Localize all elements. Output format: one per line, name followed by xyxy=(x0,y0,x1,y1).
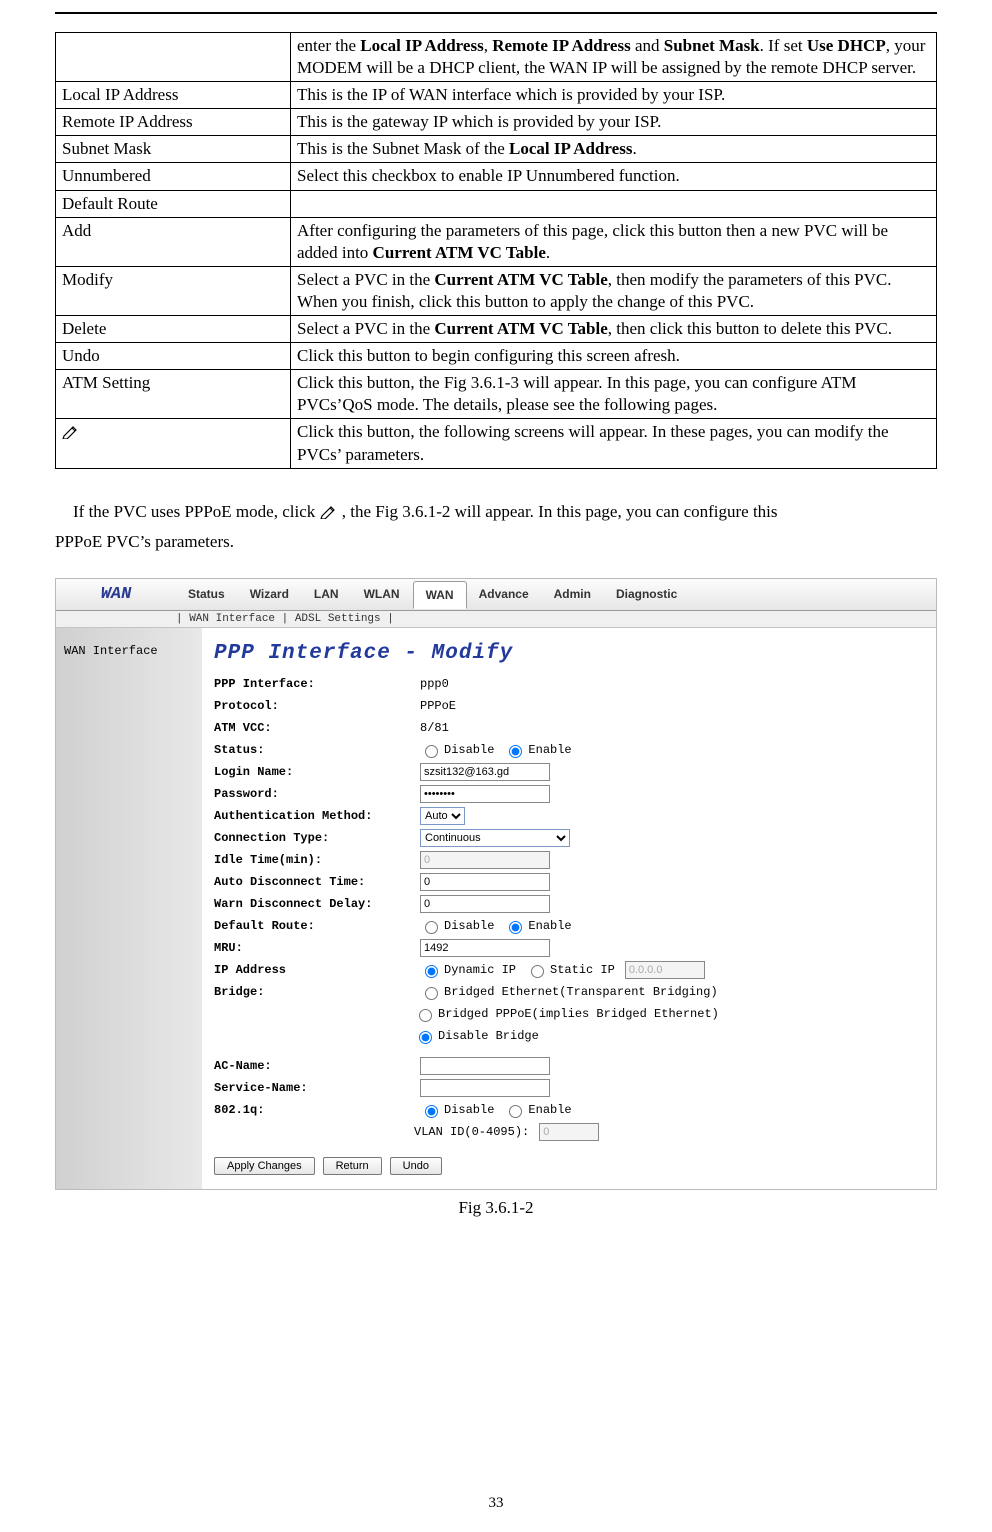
val-ppp-if: ppp0 xyxy=(420,677,922,691)
lbl-vcc: ATM VCC: xyxy=(214,721,414,735)
param-key: Modify xyxy=(56,266,291,315)
lbl-idle: Idle Time(min): xyxy=(214,853,414,867)
lbl-bridge: Bridge: xyxy=(214,985,414,999)
radio-bridge-pppoe[interactable]: Bridged PPPoE(implies Bridged Ethernet) xyxy=(414,1006,719,1022)
tab-wizard[interactable]: Wizard xyxy=(238,581,302,608)
tab-diagnostic[interactable]: Diagnostic xyxy=(604,581,690,608)
lbl-conn: Connection Type: xyxy=(214,831,414,845)
param-desc: Select a PVC in the Current ATM VC Table… xyxy=(291,316,937,343)
param-desc: After configuring the parameters of this… xyxy=(291,217,937,266)
login-input[interactable] xyxy=(420,763,550,781)
param-key: Delete xyxy=(56,316,291,343)
body-paragraph: If the PVC uses PPPoE mode, click , the … xyxy=(55,497,937,558)
radio-8021q-disable[interactable]: Disable xyxy=(420,1102,494,1118)
mru-input[interactable] xyxy=(420,939,550,957)
radio-status-disable[interactable]: Disable xyxy=(420,742,494,758)
top-tabs: WAN StatusWizardLANWLANWANAdvanceAdminDi… xyxy=(56,579,936,611)
param-desc: Click this button, the following screens… xyxy=(291,419,937,468)
param-key xyxy=(56,419,291,468)
radio-bridge-eth[interactable]: Bridged Ethernet(Transparent Bridging) xyxy=(420,984,718,1000)
lbl-login: Login Name: xyxy=(214,765,414,779)
param-desc: enter the Local IP Address, Remote IP Ad… xyxy=(291,33,937,82)
page-number: 33 xyxy=(0,1495,992,1512)
auth-select[interactable]: Auto xyxy=(420,807,465,825)
tab-advance[interactable]: Advance xyxy=(467,581,542,608)
param-key: Default Route xyxy=(56,190,291,217)
lbl-warn: Warn Disconnect Delay: xyxy=(214,897,414,911)
screenshot-figure: WAN StatusWizardLANWLANWANAdvanceAdminDi… xyxy=(55,578,937,1190)
lbl-ip: IP Address xyxy=(214,963,414,977)
lbl-status: Status: xyxy=(214,743,414,757)
static-ip-input[interactable] xyxy=(625,961,705,979)
panel-title: PPP Interface - Modify xyxy=(214,642,922,665)
param-desc: Select a PVC in the Current ATM VC Table… xyxy=(291,266,937,315)
side-label: WAN Interface xyxy=(56,628,202,1189)
lbl-8021q: 802.1q: xyxy=(214,1103,414,1117)
vlan-id-label: VLAN ID(0-4095): xyxy=(414,1125,529,1139)
param-table: enter the Local IP Address, Remote IP Ad… xyxy=(55,32,937,469)
param-key xyxy=(56,33,291,82)
param-key: Unnumbered xyxy=(56,163,291,190)
radio-ip-dynamic[interactable]: Dynamic IP xyxy=(420,962,516,978)
param-desc: This is the Subnet Mask of the Local IP … xyxy=(291,136,937,163)
lbl-ac: AC-Name: xyxy=(214,1059,414,1073)
pencil-icon xyxy=(62,422,80,441)
radio-defroute-enable[interactable]: Enable xyxy=(504,918,571,934)
param-key: Local IP Address xyxy=(56,82,291,109)
param-desc: Click this button, the Fig 3.6.1-3 will … xyxy=(291,370,937,419)
param-desc: Select this checkbox to enable IP Unnumb… xyxy=(291,163,937,190)
param-key: Add xyxy=(56,217,291,266)
autod-input[interactable] xyxy=(420,873,550,891)
brand-label: WAN xyxy=(56,579,176,610)
val-protocol: PPPoE xyxy=(420,699,922,713)
radio-status-enable[interactable]: Enable xyxy=(504,742,571,758)
tab-wan[interactable]: WAN xyxy=(413,581,467,609)
vlan-id-input[interactable] xyxy=(539,1123,599,1141)
lbl-defroute: Default Route: xyxy=(214,919,414,933)
pencil-icon xyxy=(320,502,342,521)
param-key: Subnet Mask xyxy=(56,136,291,163)
tab-wlan[interactable]: WLAN xyxy=(352,581,413,608)
lbl-svc: Service-Name: xyxy=(214,1081,414,1095)
lbl-protocol: Protocol: xyxy=(214,699,414,713)
sub-tabs: | WAN Interface | ADSL Settings | xyxy=(56,611,936,628)
password-input[interactable] xyxy=(420,785,550,803)
lbl-ppp-if: PPP Interface: xyxy=(214,677,414,691)
tab-lan[interactable]: LAN xyxy=(302,581,352,608)
val-vcc: 8/81 xyxy=(420,721,922,735)
tab-admin[interactable]: Admin xyxy=(542,581,604,608)
param-desc: This is the gateway IP which is provided… xyxy=(291,109,937,136)
lbl-password: Password: xyxy=(214,787,414,801)
lbl-autod: Auto Disconnect Time: xyxy=(214,875,414,889)
radio-ip-static[interactable]: Static IP xyxy=(526,962,615,978)
tab-status[interactable]: Status xyxy=(176,581,238,608)
param-desc xyxy=(291,190,937,217)
apply-changes-button[interactable]: Apply Changes xyxy=(214,1157,315,1175)
lbl-mru: MRU: xyxy=(214,941,414,955)
radio-defroute-disable[interactable]: Disable xyxy=(420,918,494,934)
lbl-auth: Authentication Method: xyxy=(214,809,414,823)
svc-input[interactable] xyxy=(420,1079,550,1097)
undo-button[interactable]: Undo xyxy=(390,1157,442,1175)
param-key: Remote IP Address xyxy=(56,109,291,136)
param-key: Undo xyxy=(56,343,291,370)
warn-input[interactable] xyxy=(420,895,550,913)
ac-input[interactable] xyxy=(420,1057,550,1075)
radio-bridge-disable[interactable]: Disable Bridge xyxy=(414,1028,539,1044)
conn-select[interactable]: Continuous xyxy=(420,829,570,847)
figure-caption: Fig 3.6.1-2 xyxy=(55,1198,937,1218)
param-key: ATM Setting xyxy=(56,370,291,419)
idle-input[interactable] xyxy=(420,851,550,869)
return-button[interactable]: Return xyxy=(323,1157,382,1175)
param-desc: This is the IP of WAN interface which is… xyxy=(291,82,937,109)
radio-8021q-enable[interactable]: Enable xyxy=(504,1102,571,1118)
param-desc: Click this button to begin configuring t… xyxy=(291,343,937,370)
